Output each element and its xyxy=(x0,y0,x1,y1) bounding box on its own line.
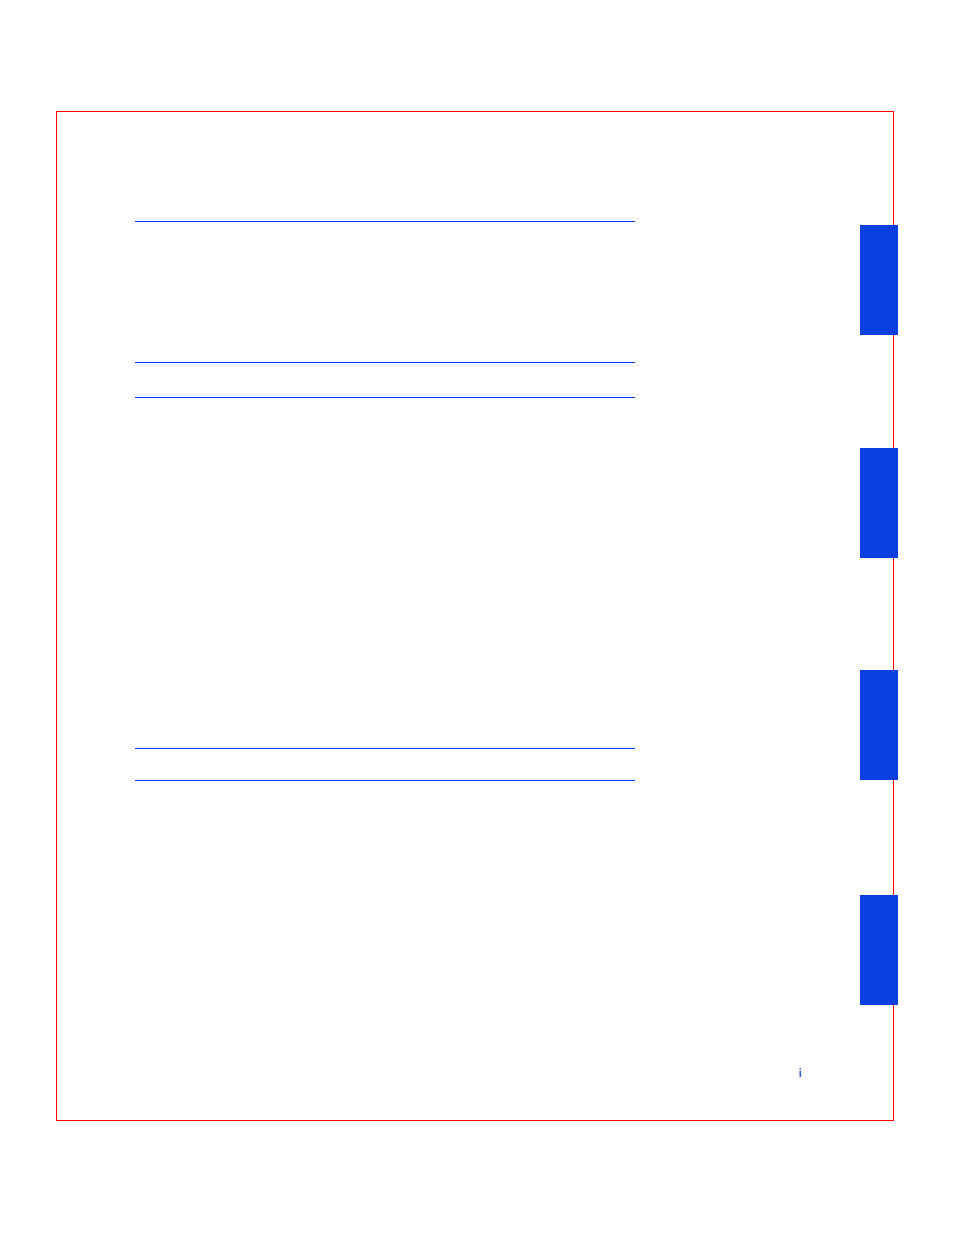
section-tab xyxy=(860,895,898,1005)
section-tab xyxy=(860,225,898,335)
page-crop-border xyxy=(56,111,894,1121)
horizontal-rule xyxy=(135,397,635,398)
horizontal-rule xyxy=(135,780,635,781)
horizontal-rule xyxy=(135,362,635,363)
horizontal-rule xyxy=(135,748,635,749)
section-tab xyxy=(860,670,898,780)
section-tab xyxy=(860,448,898,558)
horizontal-rule xyxy=(135,221,635,222)
page-number: i xyxy=(799,1066,802,1080)
